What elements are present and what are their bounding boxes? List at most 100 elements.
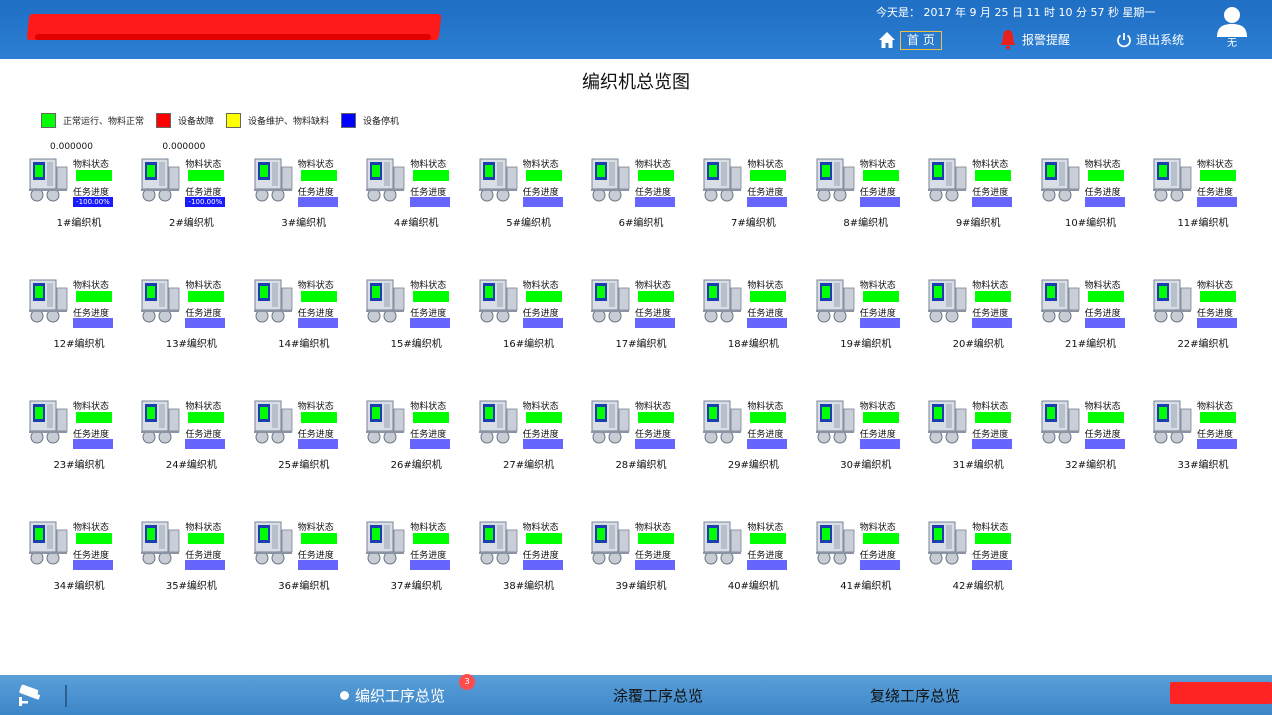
- legend-label: 设备停机: [363, 117, 400, 127]
- machine-card[interactable]: 物料状态 任务进度 25#编织机: [252, 382, 364, 482]
- tab-rewinding-overview[interactable]: 复绕工序总览: [870, 685, 960, 706]
- machine-card[interactable]: 物料状态 任务进度 14#编织机: [252, 261, 364, 361]
- machine-card[interactable]: 物料状态 任务进度 10#编织机: [1039, 140, 1151, 240]
- material-status-label: 物料状态: [297, 281, 334, 291]
- machine-name: 14#编织机: [278, 339, 330, 350]
- weaving-machine-icon: [1151, 278, 1195, 324]
- weaving-machine-icon: [926, 157, 970, 203]
- user-avatar[interactable]: 无: [1214, 4, 1250, 50]
- task-progress-bar: [522, 560, 563, 570]
- machine-card[interactable]: 物料状态 任务进度 31#编织机: [926, 382, 1038, 482]
- machine-card[interactable]: 物料状态 任务进度 5#编织机: [477, 140, 589, 240]
- machine-card[interactable]: 物料状态 任务进度 3#编织机: [252, 140, 364, 240]
- header-bar: 今天是： 2017 年 9 月 25 日 11 时 10 分 57 秒 星期一 …: [0, 0, 1272, 59]
- machine-name: 23#编织机: [53, 460, 105, 471]
- material-status-indicator: [1200, 170, 1236, 181]
- machine-name: 24#编织机: [165, 460, 217, 471]
- machine-card[interactable]: 物料状态 任务进度 16#编织机: [477, 261, 589, 361]
- material-status-label: 物料状态: [522, 402, 559, 412]
- home-button[interactable]: 首 页: [878, 30, 942, 50]
- task-progress-bar: [410, 197, 451, 207]
- machine-card[interactable]: 物料状态 任务进度 13#编织机: [139, 261, 251, 361]
- material-status-label: 物料状态: [73, 160, 110, 170]
- task-progress-bar: [522, 197, 563, 207]
- machine-card[interactable]: 物料状态 任务进度 22#编织机: [1151, 261, 1263, 361]
- camera-icon[interactable]: [16, 683, 46, 707]
- machine-card[interactable]: 物料状态 任务进度 33#编织机: [1151, 382, 1263, 482]
- tab-coating-overview[interactable]: 涂覆工序总览: [613, 685, 703, 706]
- machine-card[interactable]: 物料状态 任务进度 35#编织机: [139, 503, 251, 603]
- task-progress-bar: [297, 439, 338, 449]
- machine-name: 17#编织机: [615, 339, 667, 350]
- material-status-label: 物料状态: [185, 281, 222, 291]
- machine-card[interactable]: 物料状态 任务进度 41#编织机: [814, 503, 926, 603]
- weaving-machine-icon: [926, 399, 970, 445]
- machine-card[interactable]: 物料状态 任务进度 42#编织机: [926, 503, 1038, 603]
- machine-name: 9#编织机: [955, 218, 1001, 229]
- machine-card[interactable]: 物料状态 任务进度 26#编织机: [364, 382, 476, 482]
- machine-card[interactable]: 物料状态 任务进度 18#编织机: [701, 261, 813, 361]
- machine-card[interactable]: 物料状态 任务进度 28#编织机: [589, 382, 701, 482]
- machine-card[interactable]: 物料状态 任务进度 38#编织机: [477, 503, 589, 603]
- material-status-indicator: [638, 533, 674, 544]
- machine-card[interactable]: 物料状态 任务进度 39#编织机: [589, 503, 701, 603]
- machine-card[interactable]: 物料状态 任务进度 32#编织机: [1039, 382, 1151, 482]
- machine-card[interactable]: 物料状态 任务进度 36#编织机: [252, 503, 364, 603]
- machine-card[interactable]: 物料状态 任务进度 37#编织机: [364, 503, 476, 603]
- machine-card[interactable]: 物料状态 任务进度 29#编织机: [701, 382, 813, 482]
- machine-card[interactable]: 物料状态 任务进度 20#编织机: [926, 261, 1038, 361]
- task-progress-bar: [635, 560, 675, 570]
- machine-card[interactable]: 物料状态 任务进度 27#编织机: [477, 382, 589, 482]
- machine-card[interactable]: 物料状态 任务进度 21#编织机: [1039, 261, 1151, 361]
- machine-card[interactable]: 物料状态 任务进度 23#编织机: [27, 382, 139, 482]
- machine-card[interactable]: 物料状态 任务进度 40#编织机: [701, 503, 813, 603]
- machine-name: 25#编织机: [278, 460, 330, 471]
- machine-card[interactable]: 物料状态 任务进度 34#编织机: [27, 503, 139, 603]
- machine-name: 7#编织机: [731, 218, 776, 229]
- material-status-label: 物料状态: [635, 523, 672, 533]
- task-progress-bar: [747, 197, 788, 207]
- machine-card[interactable]: 物料状态 任务进度 24#编织机: [139, 382, 251, 482]
- legend-item-normal: 正常运行、物料正常: [41, 113, 144, 128]
- logout-button[interactable]: 退出系统: [1116, 31, 1184, 48]
- task-progress-bar: [1197, 318, 1237, 328]
- machine-card[interactable]: 物料状态 任务进度 9#编织机: [926, 140, 1038, 240]
- material-status-indicator: [750, 412, 787, 423]
- tab-weaving-overview[interactable]: 编织工序总览: [340, 685, 445, 706]
- material-status-indicator: [525, 170, 562, 181]
- weaving-machine-icon: [814, 399, 858, 445]
- machine-name: 18#编织机: [727, 339, 779, 350]
- machine-card[interactable]: 物料状态 任务进度 11#编织机: [1151, 140, 1263, 240]
- home-icon: [879, 32, 895, 48]
- task-progress-bar: [859, 560, 900, 570]
- weaving-machine-icon: [364, 399, 408, 445]
- machine-card[interactable]: 物料状态 任务进度 17#编织机: [589, 261, 701, 361]
- material-status-label: 物料状态: [185, 402, 222, 412]
- machine-name: 11#编织机: [1177, 218, 1229, 229]
- machine-card[interactable]: 物料状态 任务进度 19#编织机: [814, 261, 926, 361]
- machine-card[interactable]: 物料状态 任务进度 12#编织机: [27, 261, 139, 361]
- machine-card[interactable]: 物料状态 任务进度 8#编织机: [814, 140, 926, 240]
- machine-card[interactable]: 0.000000 物料状态 任务进度 -100.00% 1#编织机: [27, 140, 139, 240]
- machine-name: 31#编织机: [952, 460, 1004, 471]
- machine-name: 12#编织机: [53, 339, 105, 350]
- weaving-machine-icon: [926, 520, 970, 566]
- material-status-label: 物料状态: [859, 402, 896, 412]
- machine-card[interactable]: 物料状态 任务进度 7#编织机: [701, 140, 813, 240]
- machine-name: 28#编织机: [615, 460, 667, 471]
- alarm-button[interactable]: 报警提醒: [998, 28, 1070, 50]
- material-status-label: 物料状态: [635, 281, 672, 291]
- machine-card[interactable]: 物料状态 任务进度 4#编织机: [364, 140, 476, 240]
- machine-name: 1#编织机: [56, 218, 102, 229]
- legend-item-fault: 设备故障: [156, 113, 214, 128]
- material-status-indicator: [638, 291, 674, 302]
- material-status-label: 物料状态: [972, 402, 1009, 412]
- machine-card[interactable]: 物料状态 任务进度 30#编织机: [814, 382, 926, 482]
- material-status-indicator: [76, 533, 112, 544]
- material-status-indicator: [1087, 170, 1124, 181]
- weaving-machine-icon: [139, 399, 183, 445]
- machine-card[interactable]: 物料状态 任务进度 6#编织机: [589, 140, 701, 240]
- weaving-machine-icon: [27, 157, 71, 203]
- machine-card[interactable]: 0.000000 物料状态 任务进度 -100.00% 2#编织机: [139, 140, 251, 240]
- machine-card[interactable]: 物料状态 任务进度 15#编织机: [364, 261, 476, 361]
